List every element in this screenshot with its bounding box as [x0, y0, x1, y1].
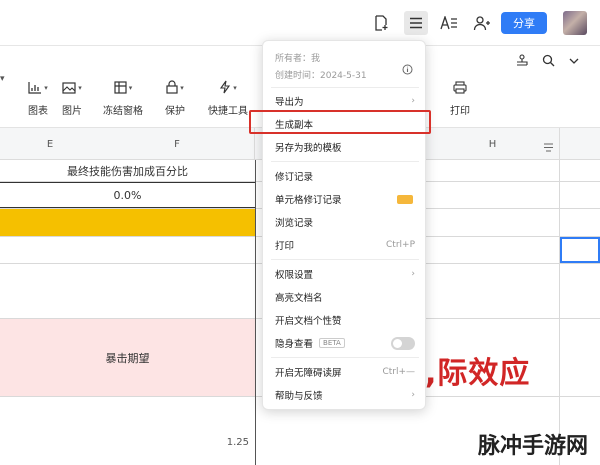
menu-browse-history[interactable]: 浏览记录: [263, 211, 427, 233]
print-tool[interactable]: 打印: [440, 80, 480, 120]
expect-cell[interactable]: 暴击期望: [0, 319, 255, 396]
chevron-right-icon: ›: [411, 269, 415, 279]
chevron-right-icon: ›: [411, 390, 415, 400]
avatar[interactable]: [563, 11, 587, 35]
owner-label: 所有者：我: [275, 54, 321, 64]
image-icon: [62, 79, 76, 98]
toolbar-edge-caret: ▾: [0, 74, 5, 84]
filter-icon[interactable]: [543, 138, 554, 157]
menu-permissions[interactable]: 权限设置 ›: [263, 263, 427, 285]
menu-cell-revision[interactable]: 单元格修订记录: [263, 188, 427, 210]
protect-tool[interactable]: ▾ 保护: [155, 79, 195, 120]
chevron-down-icon[interactable]: [568, 52, 580, 71]
menu-incognito[interactable]: 隐身查看 BETA: [263, 332, 427, 354]
user-share-icon[interactable]: [471, 12, 493, 34]
menu-enable-like[interactable]: 开启文档个性赞: [263, 309, 427, 331]
yellow-cell[interactable]: [0, 209, 255, 236]
font-icon[interactable]: [438, 12, 460, 34]
search-icon[interactable]: [542, 52, 555, 71]
highlight-box: [249, 110, 431, 134]
created-label: 创建时间：2024-5-31: [275, 71, 367, 81]
menu-help[interactable]: 帮助与反馈 ›: [263, 384, 427, 406]
doc-plus-icon[interactable]: [370, 12, 392, 34]
selected-cell[interactable]: [560, 237, 600, 263]
chevron-right-icon: ›: [411, 96, 415, 106]
share-button[interactable]: 分享: [501, 12, 547, 34]
menu-icon[interactable]: [404, 11, 428, 35]
column-e-header[interactable]: E: [0, 128, 100, 160]
value-cell[interactable]: 0.0%: [0, 182, 255, 208]
share-tree-icon[interactable]: [515, 52, 529, 71]
menu-save-template[interactable]: 另存为我的模板: [263, 136, 427, 158]
quick-tools[interactable]: ▾ 快捷工具: [208, 80, 248, 120]
menu-accessible-reader[interactable]: 开启无障碍读屏 Ctrl+—: [263, 361, 427, 383]
column-f-header[interactable]: F: [100, 128, 255, 160]
overlay-red-text: ,际效应: [425, 356, 531, 391]
incognito-toggle[interactable]: [391, 337, 415, 350]
new-badge: [397, 195, 413, 204]
menu-print[interactable]: 打印 Ctrl+P: [263, 234, 427, 256]
printer-icon: [453, 79, 467, 98]
freeze-tool[interactable]: ▾ 冻结窗格: [103, 80, 143, 120]
watermark-text: 脉冲手游网: [478, 434, 589, 459]
lightning-icon: [219, 79, 231, 98]
image-tool[interactable]: ▾ 图片: [52, 80, 92, 120]
bottom-value-cell[interactable]: 1.25: [200, 430, 255, 454]
menu-export[interactable]: 导出为 ›: [263, 90, 427, 112]
info-icon[interactable]: [402, 60, 413, 79]
more-menu: 所有者：我 创建时间：2024-5-31 导出为 › 生成副本 另存为我的模板 修…: [262, 40, 426, 410]
lock-icon: [166, 79, 178, 98]
freeze-icon: [114, 79, 127, 98]
menu-revision-history[interactable]: 修订记录: [263, 165, 427, 187]
header-cell[interactable]: 最终技能伤害加成百分比: [0, 160, 255, 181]
chart-icon: [28, 79, 42, 98]
menu-highlight-name[interactable]: 高亮文档名: [263, 286, 427, 308]
column-h-header[interactable]: H: [426, 128, 560, 160]
